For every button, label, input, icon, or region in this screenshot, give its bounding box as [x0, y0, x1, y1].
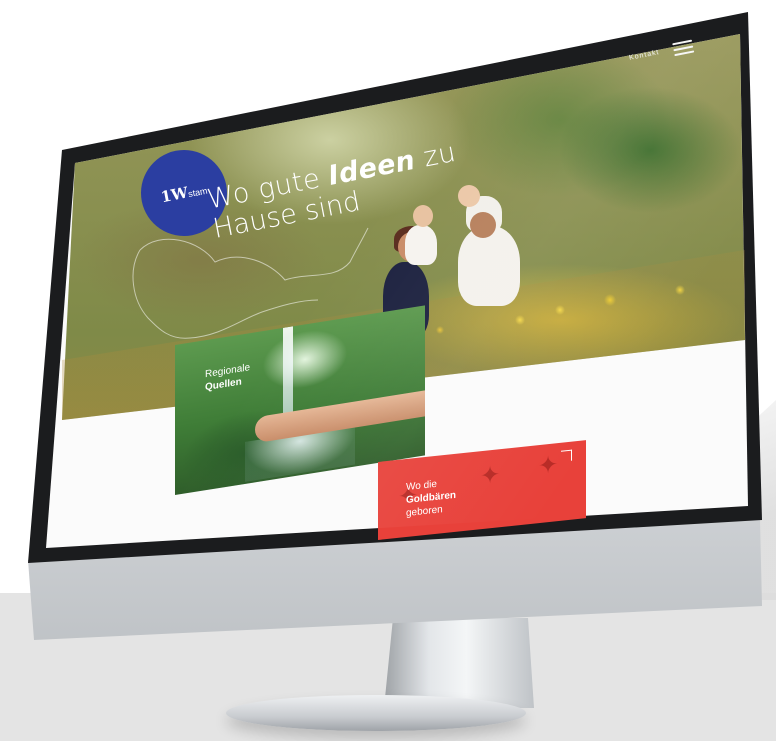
card-bears-title: Wo die Goldbären geboren: [406, 478, 457, 520]
card-water-title: Regionale Quellen: [205, 362, 251, 394]
child-head: [413, 205, 433, 227]
monitor-stand-base: [226, 695, 526, 731]
imac-monitor: 1Wstam Wo gute Ideen zu Hause sind Konta…: [0, 0, 776, 741]
corner-arrow-icon: [561, 449, 572, 462]
child-figure: [405, 225, 437, 265]
nav-contact-link[interactable]: Kontakt: [629, 49, 661, 62]
gummy-bear-icon: ✦: [538, 451, 559, 481]
father-head: [470, 212, 496, 238]
gummy-bear-icon: ✦: [480, 461, 501, 491]
father-figure: [458, 226, 520, 306]
